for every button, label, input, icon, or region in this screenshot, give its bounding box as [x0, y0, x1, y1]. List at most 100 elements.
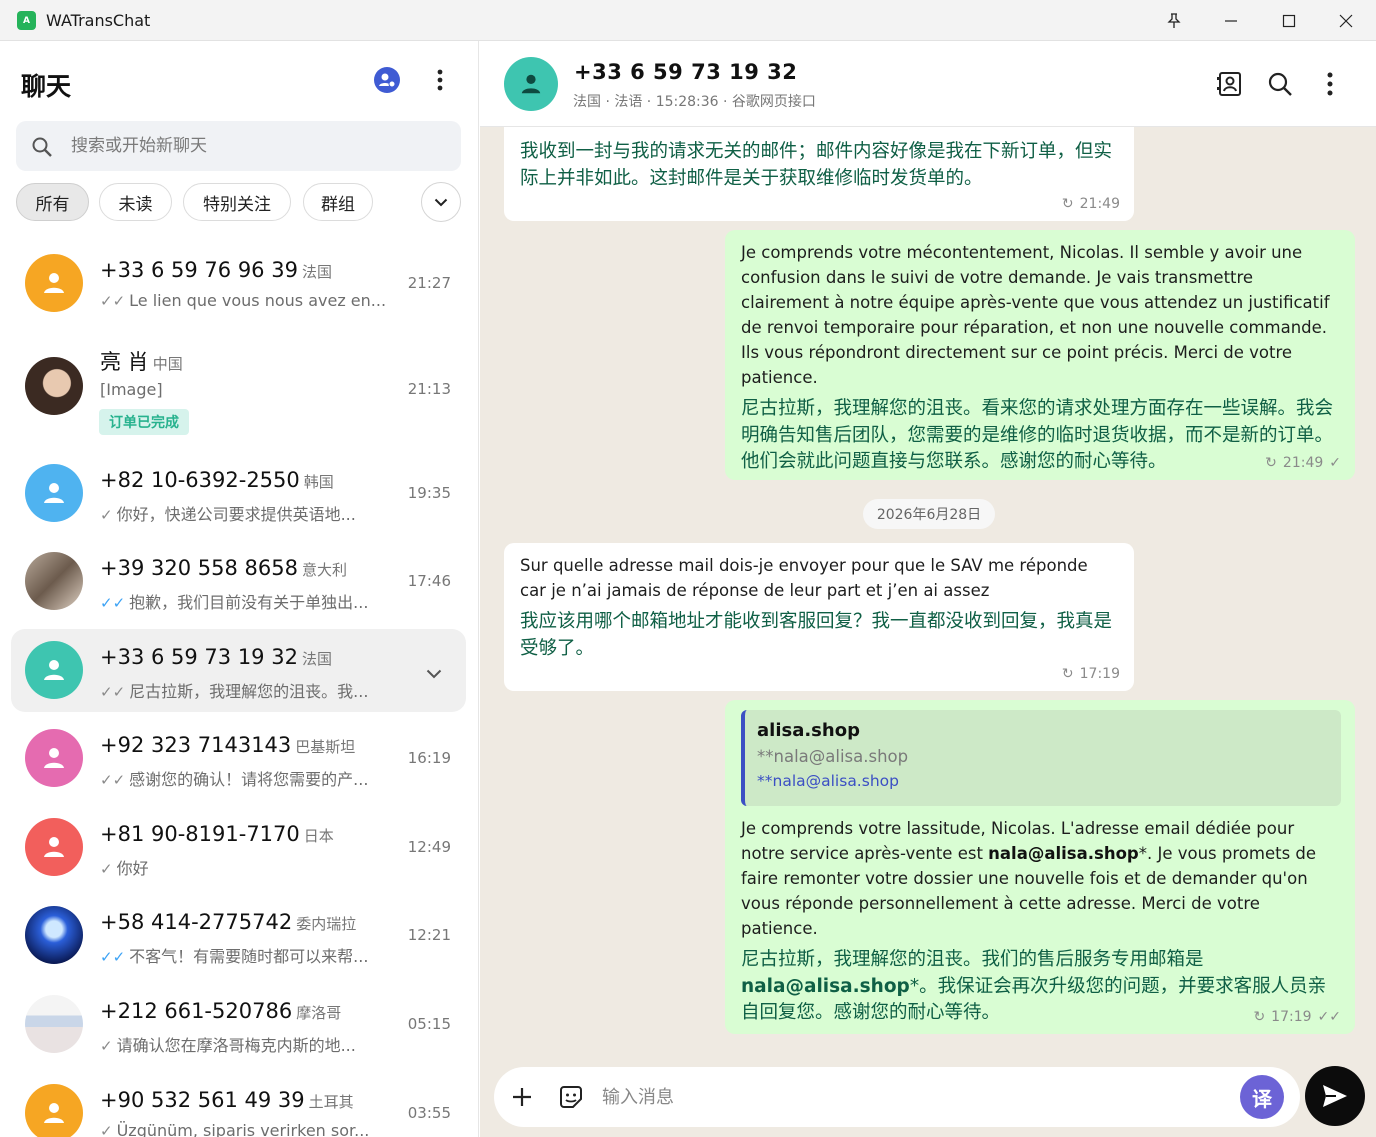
quote-translation: **nala@alisa.shop	[757, 772, 899, 790]
message-translation: 我收到一封与我的请求无关的邮件；邮件内容好像是我在下新订单，但实际上并非如此。这…	[520, 141, 1113, 189]
conversation-panel: +33 6 59 73 19 32 法国 · 法语 · 15:28:36 · 谷…	[480, 41, 1376, 1137]
close-button[interactable]	[1318, 0, 1374, 41]
message-input[interactable]	[602, 1067, 1222, 1127]
filter-more-button[interactable]	[421, 182, 461, 222]
person-icon	[44, 1103, 64, 1123]
filter-groups[interactable]: 群组	[303, 183, 373, 221]
message-translation: 尼古拉斯，我理解您的沮丧。我们的售后服务专用邮箱是nala@alisa.shop…	[741, 949, 1327, 1023]
chat-time: 17:46	[407, 572, 451, 590]
check-icon: ✓	[100, 506, 113, 524]
chat-preview: ✓✓ 尼古拉斯，我理解您的沮丧。我...	[100, 682, 369, 701]
sidebar-title: 聊天	[21, 72, 72, 101]
person-icon	[44, 273, 64, 293]
chat-preview: ✓ 你好，快递公司要求提供英语地...	[100, 505, 356, 524]
chat-preview: ✓✓ 感谢您的确认！请将您需要的产...	[100, 770, 369, 789]
more-menu-icon[interactable]	[426, 66, 454, 94]
chat-options-chevron-icon[interactable]	[426, 664, 442, 683]
message-incoming[interactable]: 我收到一封与我的请求无关的邮件；邮件内容好像是我在下新订单，但实际上并非如此。这…	[504, 111, 1134, 221]
chat-preview: ✓✓ 不客气！有需要随时都可以来帮...	[100, 947, 369, 966]
chat-name: +33 6 59 73 19 32 法国	[100, 645, 332, 669]
chat-list-item-selected[interactable]: +33 6 59 73 19 32 法国 ✓✓ 尼古拉斯，我理解您的沮丧。我...	[11, 629, 466, 712]
avatar	[25, 906, 83, 964]
filter-all[interactable]: 所有	[16, 183, 89, 221]
message-outgoing[interactable]: alisa.shop **nala@alisa.shop **nala@alis…	[725, 700, 1355, 1034]
status-badge: 订单已完成	[99, 409, 189, 435]
quote-title: alisa.shop	[757, 720, 860, 741]
chat-preview: ✓✓ Le lien que vous nous avez en...	[100, 291, 387, 310]
chat-time: 21:13	[407, 380, 451, 398]
chat-list-item[interactable]: +58 414-2775742 委内瑞拉 ✓✓ 不客气！有需要随时都可以来帮... …	[11, 893, 466, 979]
check-icon: ✓	[1329, 455, 1341, 471]
chat-time: 12:21	[407, 926, 451, 944]
chat-list-item[interactable]: +212 661-520786 摩洛哥 ✓ 请确认您在摩洛哥梅克内斯的地... 05…	[11, 982, 466, 1068]
chat-name: +90 532 561 49 39 土耳其	[100, 1088, 354, 1112]
message-meta: ↻ 21:49 ✓	[1265, 455, 1341, 471]
refresh-translation-icon[interactable]: ↻	[1062, 666, 1074, 682]
refresh-translation-icon[interactable]: ↻	[1265, 455, 1277, 471]
check-icon: ✓	[100, 1037, 113, 1055]
message-meta: ↻ 17:19 ✓✓	[1253, 1009, 1341, 1025]
chat-sidebar: 聊天 所有 未读 特别关注 群组 +33 6 59 76 96 39法国 ✓✓L…	[0, 41, 479, 1137]
chat-time: 16:19	[407, 749, 451, 767]
chat-name: +33 6 59 76 96 39 法国	[100, 258, 332, 282]
chat-list-item[interactable]: 亮 肖中国 [Image] 订单已完成 21:13	[11, 329, 466, 439]
message-original: Je comprends votre mécontentement, Nicol…	[741, 243, 1330, 387]
avatar	[25, 818, 83, 876]
double-check-icon: ✓✓	[100, 683, 126, 701]
chat-list-item[interactable]: +82 10-6392-2550 韩国 ✓ 你好，快递公司要求提供英语地... 19…	[11, 451, 466, 537]
refresh-translation-icon[interactable]: ↻	[1062, 196, 1074, 212]
chat-list-item[interactable]: +33 6 59 76 96 39 法国 ✓✓ Le lien que vous n…	[11, 241, 466, 327]
chat-list-item[interactable]: +90 532 561 49 39 土耳其 ✓ Üzgünüm, siparis v…	[11, 1071, 466, 1137]
avatar	[25, 357, 83, 415]
quoted-message[interactable]: alisa.shop **nala@alisa.shop **nala@alis…	[741, 710, 1341, 806]
chat-list-item[interactable]: +39 320 558 8658 意大利 ✓✓ 抱歉，我们目前没有关于单独出... …	[11, 539, 466, 625]
avatar	[25, 729, 83, 787]
message-original: Je comprends votre lassitude, Nicolas. L…	[741, 819, 1317, 938]
conversation-header: +33 6 59 73 19 32 法国 · 法语 · 15:28:36 · 谷…	[480, 41, 1376, 127]
minimize-button[interactable]	[1203, 0, 1259, 41]
maximize-button[interactable]	[1261, 0, 1317, 41]
contact-avatar[interactable]	[504, 57, 558, 111]
chat-list-item[interactable]: +81 90-8191-7170 日本 ✓ 你好 12:49	[11, 805, 466, 891]
chat-list-item[interactable]: +92 323 7143143 巴基斯坦 ✓✓ 感谢您的确认！请将您需要的产... …	[11, 716, 466, 802]
double-check-icon: ✓✓	[1317, 1009, 1341, 1025]
chat-time: 05:15	[407, 1015, 451, 1033]
double-check-icon: ✓✓	[100, 292, 126, 310]
translate-button[interactable]: 译	[1240, 1075, 1284, 1119]
person-icon	[44, 748, 64, 768]
avatar	[25, 1084, 83, 1137]
chat-preview: ✓ 请确认您在摩洛哥梅克内斯的地...	[100, 1036, 356, 1055]
send-button[interactable]	[1305, 1066, 1365, 1126]
filter-unread[interactable]: 未读	[99, 183, 172, 221]
sticker-icon[interactable]	[555, 1081, 587, 1113]
chevron-down-icon	[434, 198, 448, 206]
chat-time: 03:55	[407, 1104, 451, 1122]
contact-card-icon[interactable]	[1214, 68, 1246, 100]
contact-subtitle: 法国 · 法语 · 15:28:36 · 谷歌网页接口	[573, 94, 816, 110]
chat-time: 21:27	[407, 274, 451, 292]
avatar	[25, 552, 83, 610]
message-outgoing[interactable]: Je comprends votre mécontentement, Nicol…	[725, 230, 1355, 480]
chat-name: +81 90-8191-7170 日本	[100, 822, 334, 846]
person-icon	[44, 660, 64, 680]
chat-preview: [Image]	[100, 380, 163, 399]
double-check-icon: ✓✓	[100, 594, 126, 612]
refresh-translation-icon[interactable]: ↻	[1253, 1009, 1265, 1025]
search-input[interactable]	[71, 121, 451, 171]
chat-preview: ✓✓ 抱歉，我们目前没有关于单独出...	[100, 593, 369, 612]
search-icon[interactable]	[1264, 68, 1296, 100]
message-composer: 译	[494, 1067, 1300, 1127]
attach-plus-icon[interactable]	[506, 1081, 538, 1113]
chat-time: 19:35	[407, 484, 451, 502]
search-bar[interactable]	[16, 121, 461, 171]
date-divider: 2026年6月28日	[863, 499, 995, 529]
person-icon	[44, 837, 64, 857]
contact-name[interactable]: +33 6 59 73 19 32	[574, 60, 797, 84]
filter-starred[interactable]: 特别关注	[183, 183, 291, 221]
avatar	[25, 641, 83, 699]
avatar	[25, 254, 83, 312]
more-menu-icon[interactable]	[1314, 68, 1346, 100]
pin-icon[interactable]	[1146, 0, 1202, 41]
contacts-icon[interactable]	[373, 66, 401, 94]
message-incoming[interactable]: Sur quelle adresse mail dois-je envoyer …	[504, 543, 1134, 691]
